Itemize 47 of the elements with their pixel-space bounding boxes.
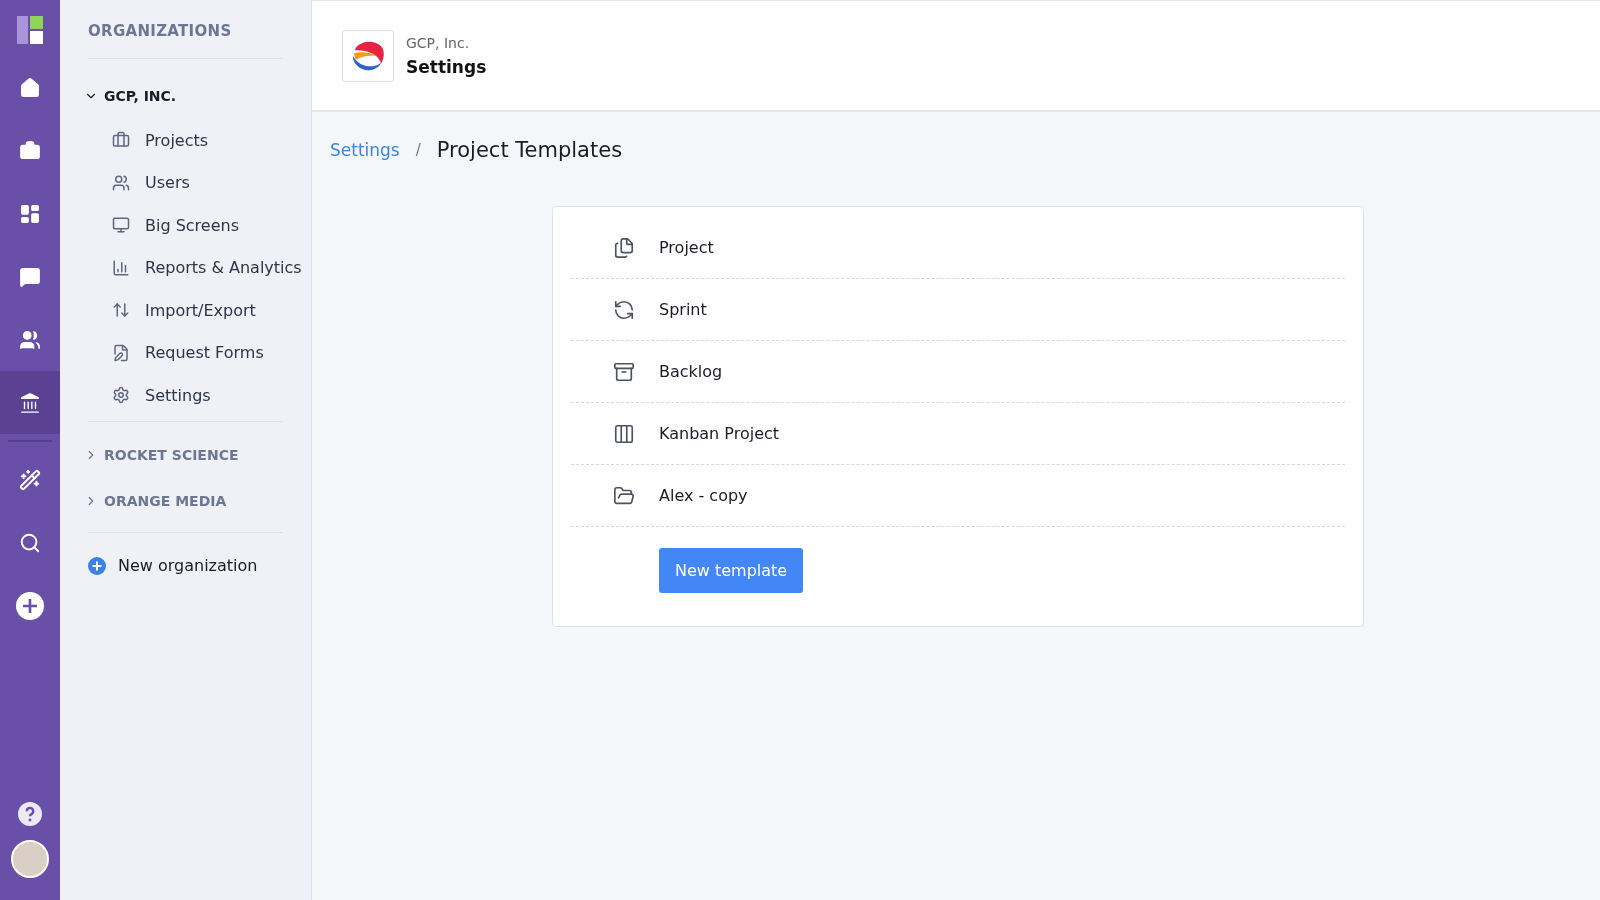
app-logo xyxy=(17,16,43,44)
sidebar-item[interactable]: Users xyxy=(112,161,311,204)
help-icon[interactable] xyxy=(18,802,42,826)
new-organization-link[interactable]: New organization xyxy=(88,542,311,589)
form-icon xyxy=(112,343,130,362)
organization-toggle[interactable]: GCP, INC. xyxy=(84,73,177,119)
users-icon xyxy=(112,173,130,192)
sidebar-item[interactable]: Big Screens xyxy=(112,204,311,247)
columns-icon xyxy=(613,422,635,445)
bank-icon xyxy=(19,391,41,414)
breadcrumb-link[interactable]: Settings xyxy=(330,140,400,160)
sidebar-item[interactable]: Import/Export xyxy=(112,289,311,332)
page-title: Settings xyxy=(406,56,487,77)
template-name[interactable]: Alex - copy xyxy=(659,486,748,505)
breadcrumb-current: Project Templates xyxy=(436,138,623,162)
sidebar-title: ORGANIZATIONS xyxy=(88,22,283,59)
avatar[interactable] xyxy=(11,840,49,878)
sidebar-item[interactable]: Settings xyxy=(112,374,311,417)
chat-icon xyxy=(19,265,41,288)
dashboard-icon xyxy=(19,202,41,225)
template-name[interactable]: Backlog xyxy=(659,362,723,381)
arrows-icon xyxy=(112,301,130,320)
organization-name: GCP, Inc. xyxy=(406,34,471,51)
magic-wand-icon xyxy=(19,468,41,491)
briefcase-icon xyxy=(112,131,130,150)
breadcrumb-separator: / xyxy=(415,141,421,159)
sidebar-item[interactable]: Request Forms xyxy=(112,331,311,374)
template-name[interactable]: Project xyxy=(659,238,714,257)
template-name[interactable]: Sprint xyxy=(659,300,707,319)
archive-icon xyxy=(613,360,635,383)
search-icon xyxy=(19,531,41,554)
documents-icon xyxy=(613,236,635,259)
briefcase-icon xyxy=(19,139,41,162)
home-icon xyxy=(19,76,41,99)
settings-icon xyxy=(112,386,130,405)
sidebar-item[interactable]: Reports & Analytics xyxy=(112,246,311,289)
add-icon xyxy=(16,591,44,620)
screen-icon xyxy=(112,216,130,235)
template-name[interactable]: Kanban Project xyxy=(659,424,780,443)
add-icon xyxy=(88,556,106,575)
folder-icon xyxy=(613,484,635,507)
users-icon xyxy=(19,328,41,351)
loop-icon xyxy=(613,298,635,321)
organization-toggle[interactable]: ROCKET SCIENCE xyxy=(84,431,239,478)
sidebar-item[interactable]: Projects xyxy=(112,119,311,162)
bar-chart-icon xyxy=(112,258,130,277)
organization-toggle[interactable]: ORANGE MEDIA xyxy=(84,477,227,524)
